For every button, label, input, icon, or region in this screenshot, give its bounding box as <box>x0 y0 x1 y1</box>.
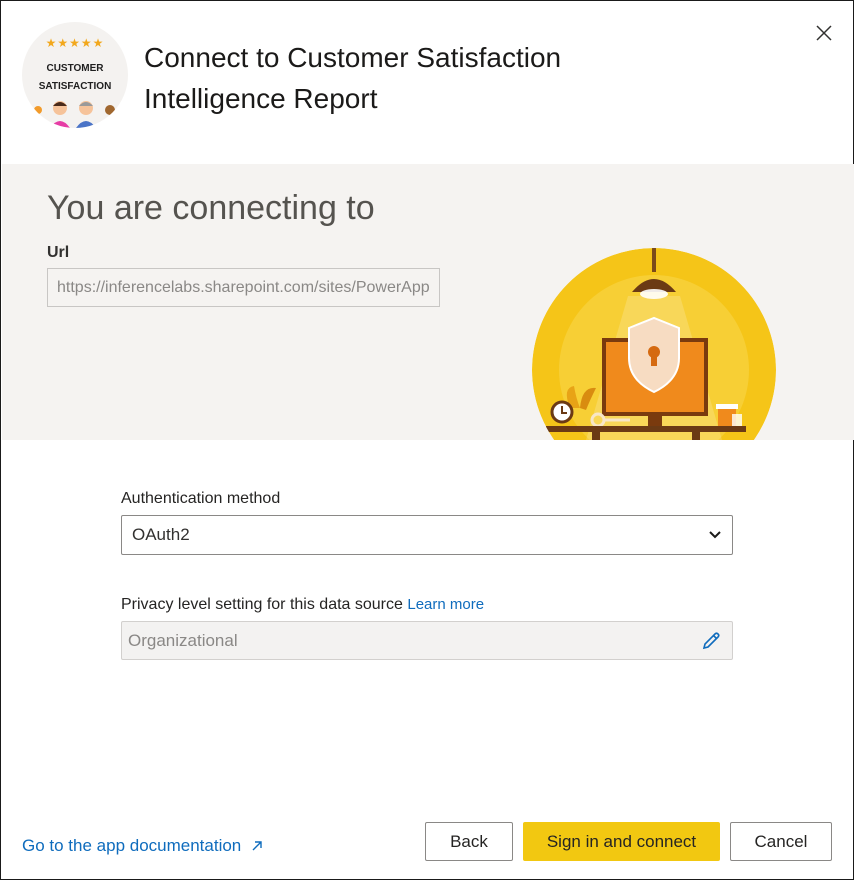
chevron-down-icon <box>709 531 721 539</box>
dialog-title: Connect to Customer Satisfaction Intelli… <box>144 37 744 119</box>
connecting-heading: You are connecting to <box>47 189 375 227</box>
url-field[interactable] <box>47 268 440 307</box>
cancel-button[interactable]: Cancel <box>730 822 832 861</box>
security-illustration-icon <box>532 248 776 440</box>
close-icon <box>816 25 832 41</box>
people-illustration-icon <box>34 101 115 128</box>
logo-text-line2: SATISFACTION <box>38 81 112 92</box>
doc-link-label: Go to the app documentation <box>22 836 242 855</box>
title-line1: Connect to Customer Satisfaction <box>144 42 562 73</box>
title-line2: Intelligence Report <box>144 83 378 114</box>
app-documentation-link[interactable]: Go to the app documentation <box>22 836 264 856</box>
privacy-level-field: Organizational <box>121 621 733 660</box>
privacy-level-label: Privacy level setting for this data sour… <box>121 596 403 613</box>
app-logo: ★★★★★ CUSTOMER SATISFACTION <box>22 22 128 128</box>
pencil-icon[interactable] <box>700 630 722 652</box>
auth-method-value: OAuth2 <box>132 525 190 544</box>
connection-info-band: You are connecting to Url <box>2 164 854 440</box>
external-link-icon <box>252 841 262 851</box>
privacy-level-value: Organizational <box>128 630 238 650</box>
privacy-label-row: Privacy level setting for this data sour… <box>121 596 484 614</box>
sign-in-and-connect-button[interactable]: Sign in and connect <box>523 822 720 861</box>
url-label: Url <box>47 244 70 261</box>
connect-dialog: ★★★★★ CUSTOMER SATISFACTION Connect to C… <box>0 0 854 880</box>
learn-more-link[interactable]: Learn more <box>407 596 484 613</box>
rating-stars-icon: ★★★★★ <box>45 36 105 50</box>
auth-method-select[interactable]: OAuth2 <box>121 515 733 555</box>
logo-text-line1: CUSTOMER <box>46 63 104 74</box>
back-button[interactable]: Back <box>425 822 513 861</box>
close-button[interactable] <box>810 19 838 47</box>
auth-method-label: Authentication method <box>121 490 281 507</box>
